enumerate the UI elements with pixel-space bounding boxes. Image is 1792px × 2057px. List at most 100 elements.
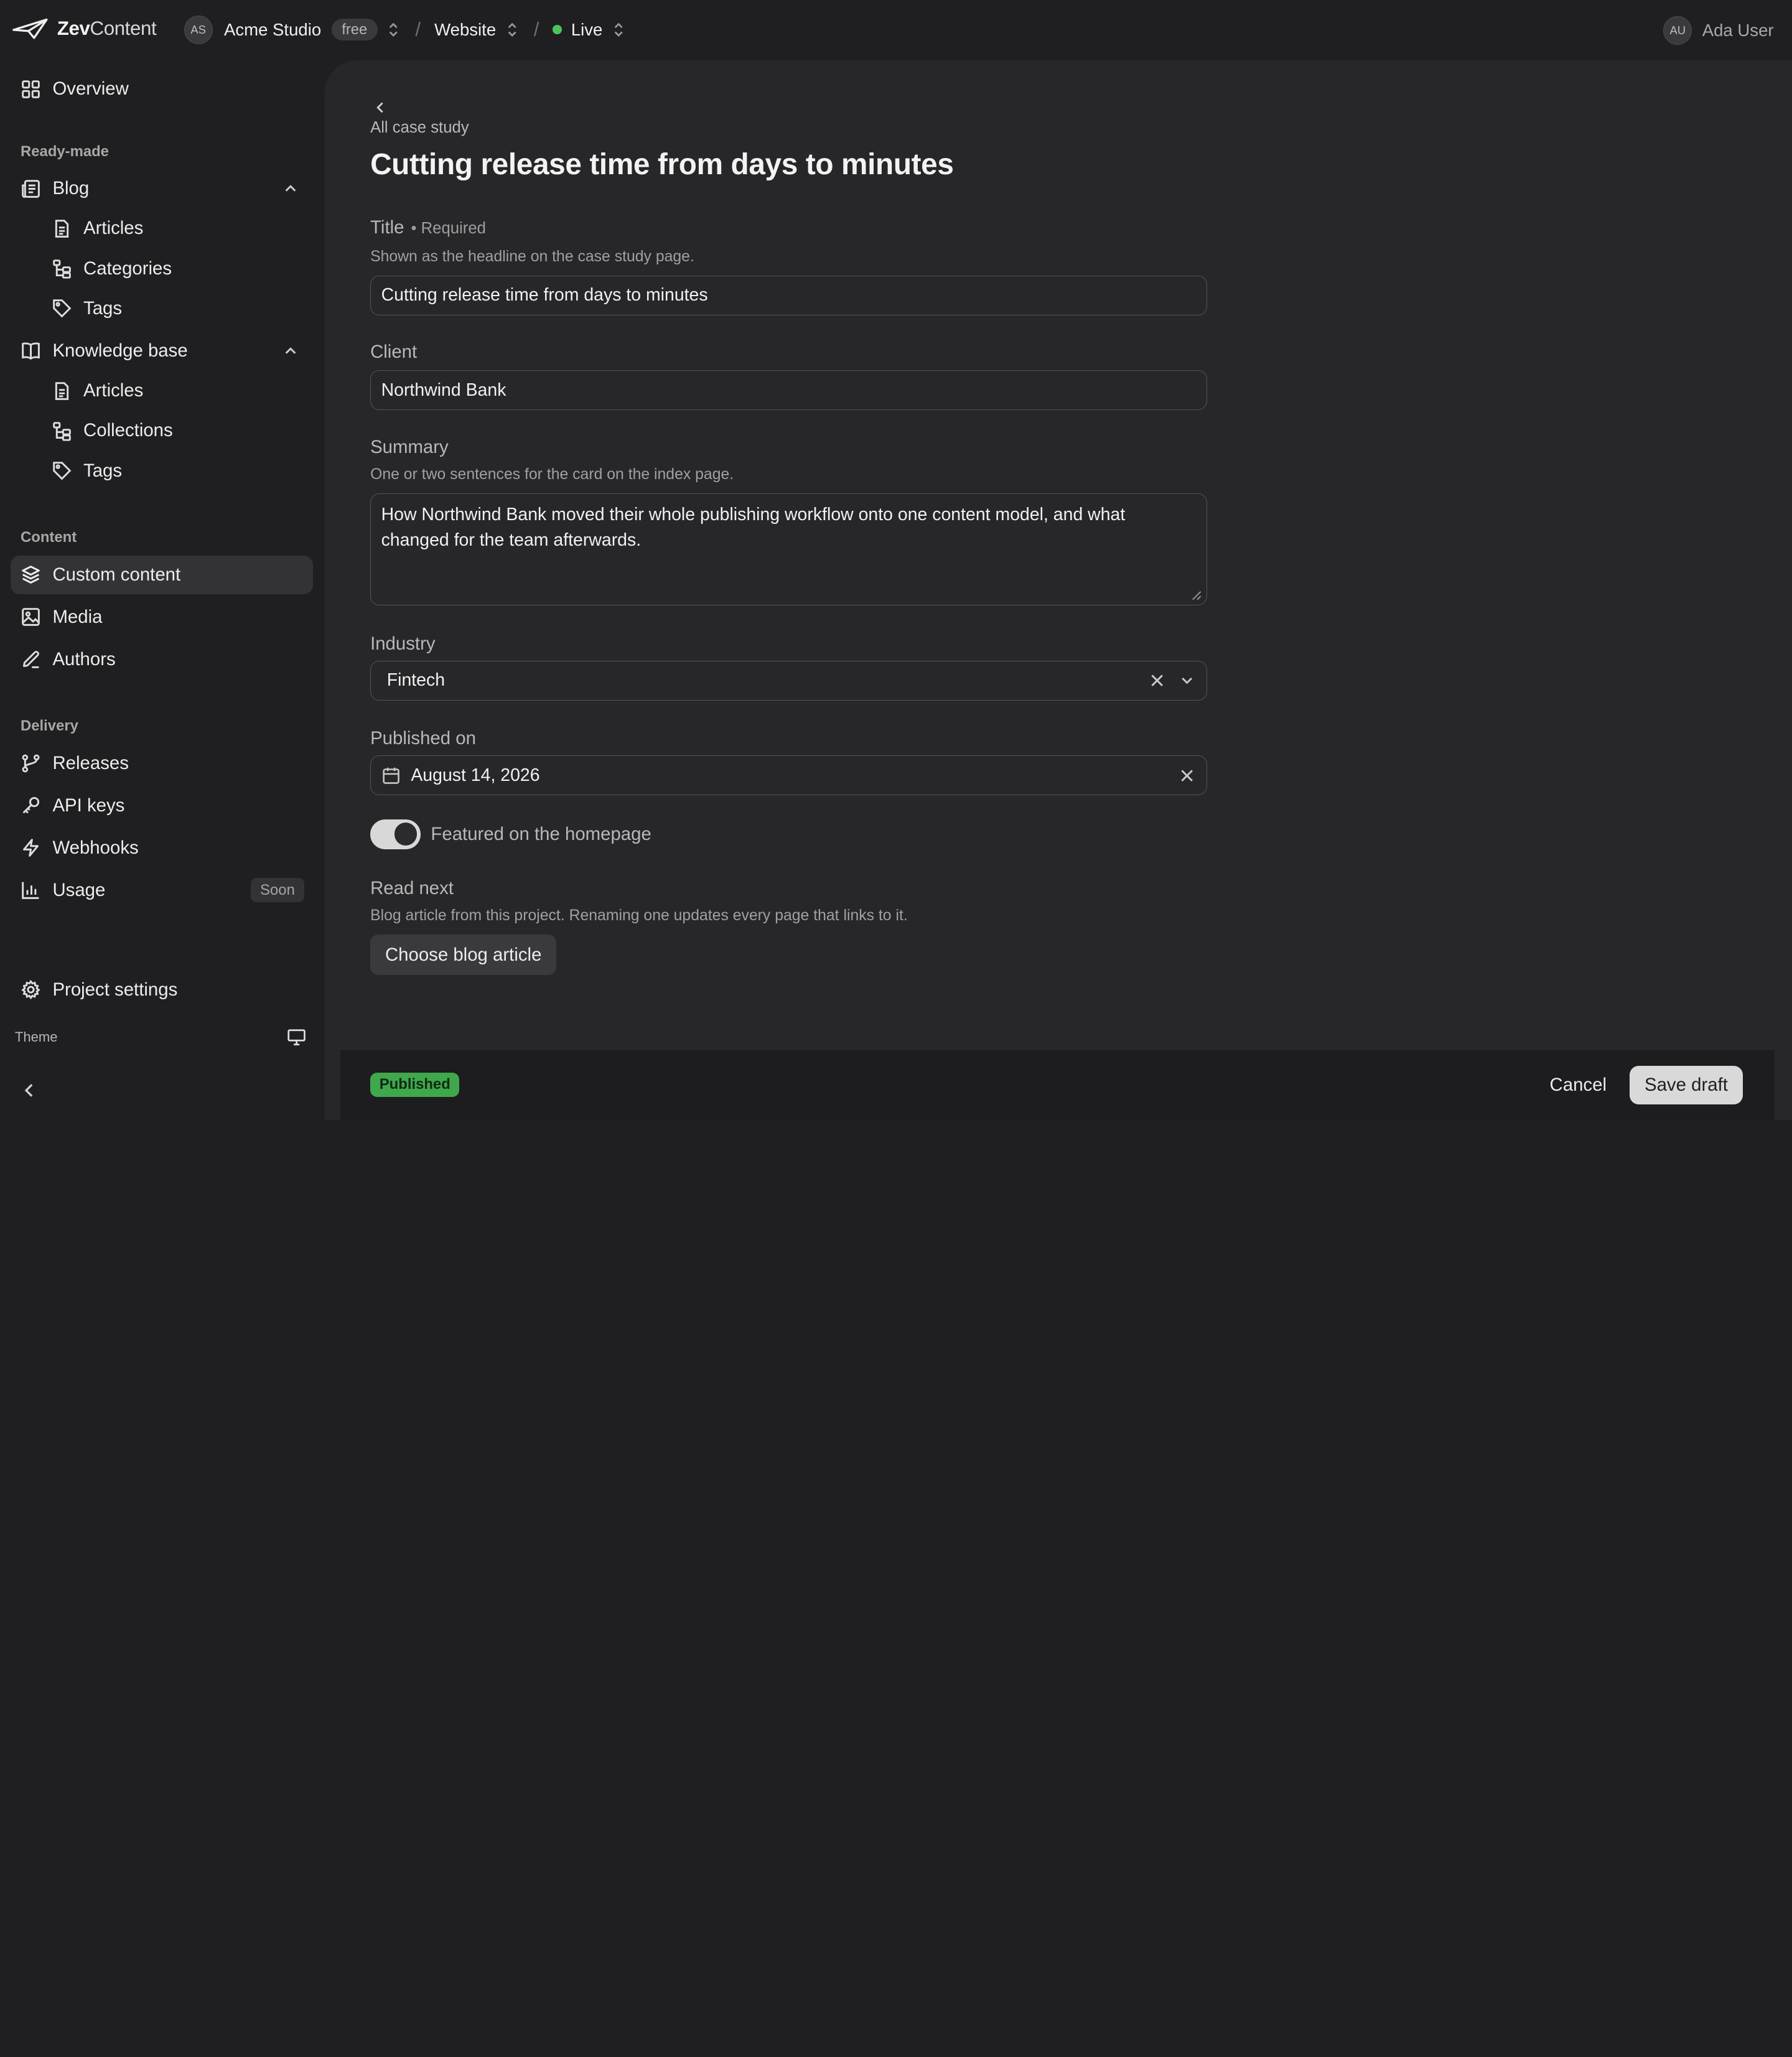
sidebar-item-kb-articles[interactable]: Articles — [41, 371, 313, 410]
chevron-down-icon[interactable] — [1178, 671, 1196, 689]
required-indicator: • Required — [411, 219, 486, 237]
section-content: Content — [21, 529, 77, 546]
sidebar-item-custom-content[interactable]: Custom content — [10, 555, 314, 595]
image-icon — [22, 608, 40, 627]
sidebar-item-knowledge-base[interactable]: Knowledge base — [11, 332, 314, 370]
parent-link[interactable]: All case study — [370, 119, 469, 137]
sidebar-item-media[interactable]: Media — [11, 598, 314, 637]
logo[interactable]: ZevContent — [11, 16, 157, 41]
summary-value: How Northwind Bank moved their whole pub… — [381, 505, 1126, 550]
sidebar-item-blog-articles[interactable]: Articles — [41, 209, 313, 248]
breadcrumb-separator: / — [415, 18, 421, 40]
save-draft-button[interactable]: Save draft — [1630, 1065, 1743, 1105]
sidebar-item-usage[interactable]: Usage Soon — [11, 871, 314, 910]
tree-icon — [52, 422, 71, 441]
sidebar-item-blog-categories[interactable]: Categories — [41, 249, 313, 287]
clear-icon[interactable] — [1148, 671, 1166, 689]
user-menu[interactable]: AU Ada User — [1663, 16, 1774, 45]
section-ready-made: Ready-made — [21, 142, 109, 160]
sidebar-item-label: API keys — [52, 795, 125, 816]
featured-label: Featured on the homepage — [431, 824, 651, 845]
sidebar-item-label: Media — [52, 606, 103, 627]
tag-icon — [52, 462, 72, 480]
choose-blog-article-button[interactable]: Choose blog article — [370, 935, 557, 975]
collapse-sidebar-icon[interactable] — [19, 1080, 40, 1101]
soon-badge: Soon — [251, 878, 304, 903]
site-switcher-icon[interactable] — [506, 22, 518, 38]
action-bar: Published Cancel Save draft — [340, 1049, 1775, 1120]
sidebar-item-webhooks[interactable]: Webhooks — [11, 829, 314, 867]
tag-icon — [52, 299, 72, 318]
summary-help: One or two sentences for the card on the… — [370, 466, 734, 483]
chevron-up-icon[interactable] — [284, 182, 297, 195]
sidebar-item-label: Categories — [83, 258, 172, 279]
calendar-icon[interactable] — [381, 766, 401, 785]
layers-icon — [22, 566, 40, 584]
book-open-icon — [22, 342, 40, 360]
summary-textarea[interactable]: How Northwind Bank moved their whole pub… — [370, 493, 1207, 606]
lightning-icon — [23, 839, 39, 857]
org-avatar: AS — [184, 15, 213, 44]
page-title: Cutting release time from days to minute… — [370, 147, 954, 181]
sidebar-item-label: Webhooks — [52, 837, 139, 858]
client-label: Client — [370, 342, 418, 363]
resize-handle-icon[interactable] — [1192, 590, 1202, 601]
user-name: Ada User — [1702, 20, 1774, 40]
sidebar-item-label: Releases — [52, 752, 129, 773]
client-field[interactable]: Northwind Bank — [370, 370, 1207, 411]
sidebar-item-kb-collections[interactable]: Collections — [41, 411, 313, 450]
title-label: Title • Required — [370, 217, 486, 238]
sidebar-item-label: Articles — [83, 380, 144, 401]
key-icon — [22, 797, 40, 814]
org-name[interactable]: Acme Studio — [224, 20, 321, 40]
monitor-icon[interactable] — [287, 1028, 306, 1046]
user-avatar: AU — [1663, 16, 1692, 45]
sidebar-item-blog-tags[interactable]: Tags — [41, 289, 313, 328]
live-status-dot — [553, 25, 562, 35]
tree-icon — [52, 259, 71, 279]
bar-chart-icon — [22, 882, 39, 900]
app: ZevContent AS Acme Studio free / Website… — [0, 0, 1792, 1120]
summary-label: Summary — [370, 436, 449, 457]
sidebar-item-authors[interactable]: Authors — [11, 640, 314, 679]
date-field[interactable]: August 14, 2026 — [370, 755, 1207, 796]
client-value: Northwind Bank — [381, 380, 506, 400]
cancel-button[interactable]: Cancel — [1550, 1075, 1607, 1096]
sidebar-item-label: Tags — [83, 460, 123, 481]
title-field[interactable]: Cutting release time from days to minute… — [370, 275, 1207, 315]
sidebar-item-label: Tags — [83, 297, 123, 319]
theme-row: Theme — [15, 1028, 306, 1046]
environment-name[interactable]: Live — [571, 20, 603, 40]
clear-icon[interactable] — [1178, 767, 1196, 785]
git-branch-icon — [22, 754, 40, 773]
sidebar-item-blog[interactable]: Blog — [11, 169, 314, 208]
read-next-help: Blog article from this project. Renaming… — [370, 907, 908, 925]
sidebar-item-label: Overview — [52, 78, 129, 100]
document-icon — [55, 381, 68, 400]
breadcrumb-separator: / — [533, 18, 539, 40]
pen-icon — [23, 651, 39, 669]
sidebar-item-releases[interactable]: Releases — [11, 744, 314, 783]
sidebar-item-kb-tags[interactable]: Tags — [41, 451, 313, 490]
site-name[interactable]: Website — [434, 20, 496, 40]
gear-icon — [21, 979, 40, 1000]
document-icon — [55, 219, 68, 238]
main-panel: All case study Cutting release time from… — [324, 60, 1792, 1120]
sidebar-item-project-settings[interactable]: Project settings — [11, 970, 314, 1009]
sidebar-item-label: Usage — [52, 879, 106, 900]
sidebar-item-label: Articles — [83, 218, 144, 239]
environment-switcher-icon[interactable] — [613, 22, 624, 38]
section-delivery: Delivery — [21, 717, 78, 735]
sidebar-item-api-keys[interactable]: API keys — [11, 786, 314, 825]
industry-value: Fintech — [386, 670, 446, 691]
industry-label: Industry — [370, 633, 436, 654]
date-value: August 14, 2026 — [411, 765, 540, 785]
sidebar-item-overview[interactable]: Overview — [11, 70, 314, 108]
back-chevron-icon[interactable] — [373, 100, 389, 116]
paper-plane-logo-icon — [12, 18, 48, 39]
org-switcher-icon[interactable] — [388, 22, 399, 38]
chevron-up-icon[interactable] — [284, 344, 297, 358]
toggle-knob — [394, 823, 418, 846]
featured-toggle[interactable] — [370, 819, 421, 849]
industry-select[interactable]: Fintech — [370, 660, 1207, 701]
